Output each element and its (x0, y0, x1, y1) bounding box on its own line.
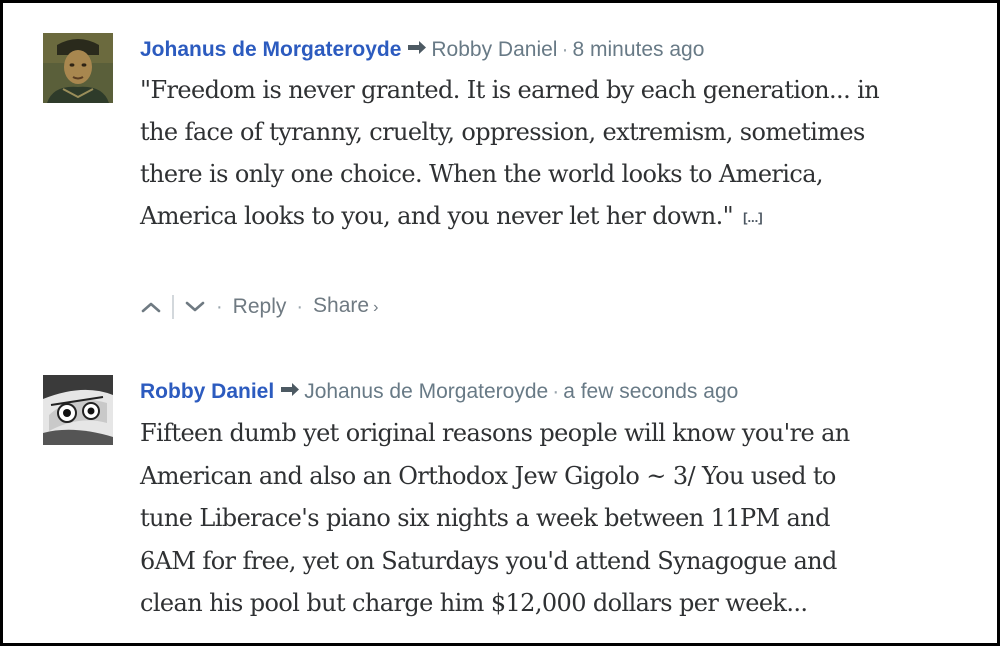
comment-line: there is only one choice. When the world… (140, 160, 824, 188)
avatar-portrait-image (43, 33, 113, 103)
vote-divider (172, 295, 174, 319)
author-name[interactable]: Johanus de Morgateroyde (140, 38, 401, 61)
timestamp[interactable]: 8 minutes ago (572, 38, 704, 61)
comment-thread: Johanus de Morgateroyde Robby Daniel · 8 mi… (0, 0, 1000, 646)
comment-header: Robby Daniel Johanus de Morgateroyde · a fe… (140, 375, 987, 409)
timestamp[interactable]: a few seconds ago (563, 380, 738, 403)
meta-separator: · (561, 38, 569, 61)
avatar[interactable] (43, 33, 113, 103)
reply-to-name[interactable]: Robby Daniel (431, 38, 557, 61)
meta-separator: · (552, 380, 560, 403)
comment-line: American and also an Orthodox Jew Gigolo… (140, 461, 836, 490)
avatar-portrait-image (43, 375, 113, 445)
comment-header: Johanus de Morgateroyde Robby Daniel · 8 mi… (140, 33, 987, 67)
comment-line: Fifteen dumb yet original reasons people… (140, 419, 850, 447)
reply-button[interactable]: Reply (233, 292, 287, 322)
action-separator: · (296, 296, 304, 318)
comment-line: clean his pool but charge him $12,000 do… (140, 589, 808, 617)
share-button[interactable]: Share › (313, 291, 378, 323)
author-name[interactable]: Robby Daniel (140, 380, 274, 403)
chevron-up-icon[interactable] (140, 300, 162, 314)
expand-text-link[interactable]: [...] (743, 210, 763, 225)
chevron-right-icon: › (373, 299, 379, 316)
share-label: Share (313, 294, 370, 317)
action-separator: · (216, 296, 223, 318)
reply-arrow-icon (407, 33, 427, 67)
comment-line: "Freedom is never granted. It is earned … (140, 76, 880, 104)
avatar[interactable] (43, 375, 113, 445)
comment-body: Johanus de Morgateroyde Robby Daniel · 8 mi… (140, 33, 987, 319)
comment-line: America looks to you, and you never let … (140, 195, 987, 239)
comment-actions: · Reply · Share › (140, 291, 378, 321)
comment-body: Robby Daniel Johanus de Morgateroyde · a fe… (140, 375, 987, 625)
comment-line: 6AM for free, yet on Saturdays you'd att… (140, 546, 837, 575)
chevron-down-icon[interactable] (184, 300, 206, 314)
comment-line: the face of tyranny, cruelty, oppression… (140, 118, 865, 146)
comment-text: "Freedom is never granted. It is earned … (140, 69, 987, 239)
reply-to-name[interactable]: Johanus de Morgateroyde (304, 380, 548, 403)
comment-text: Fifteen dumb yet original reasons people… (140, 412, 987, 625)
comment-line: tune Liberace's piano six nights a week … (140, 504, 830, 532)
reply-arrow-icon (280, 375, 300, 409)
comment-line-text: America looks to you, and you never let … (140, 202, 734, 230)
